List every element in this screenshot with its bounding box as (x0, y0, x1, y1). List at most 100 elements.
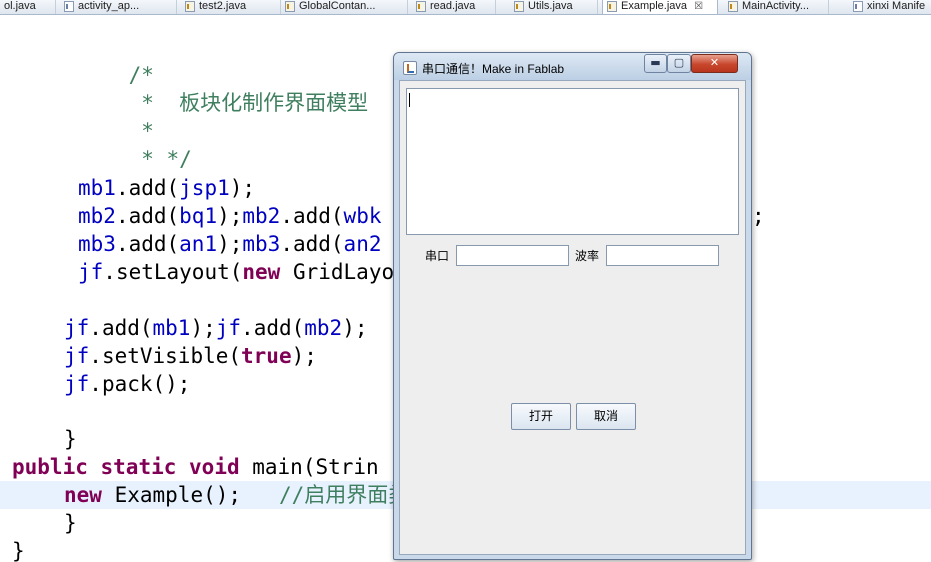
code-token: ); (229, 176, 256, 200)
tab-ol-java[interactable]: ol.java (0, 0, 56, 14)
tab-label: xinxi Manife (867, 0, 926, 12)
field-token: jsp1 (179, 176, 230, 200)
code-line: jf.setVisible(true); (64, 342, 317, 370)
code-line-tail: ; (752, 202, 765, 230)
keyword-token: static (100, 455, 177, 479)
code-line: jf.pack(); (64, 370, 190, 398)
tab-test2-java[interactable]: test2.java (181, 0, 281, 14)
open-button[interactable]: 打开 (511, 403, 571, 430)
code-token: ); (342, 316, 368, 340)
java-file-icon (607, 1, 617, 12)
tab-xinxi-manifest[interactable]: xinxi Manife (849, 0, 931, 14)
keyword-token: new (64, 483, 102, 507)
maximize-icon: ▢ (673, 56, 685, 69)
code-token: .add( (115, 204, 180, 228)
tab-example-java[interactable]: Example.java ☒ (602, 0, 718, 14)
dialog-content-pane: 串口 波率 打开 取消 (399, 80, 746, 555)
field-token: jf (64, 316, 90, 340)
code-token: ); (217, 204, 243, 228)
xml-file-icon (853, 1, 863, 12)
code-token: ); (190, 316, 216, 340)
field-token: an2 (343, 232, 382, 256)
baud-label: 波率 (575, 249, 600, 263)
minimize-button[interactable]: ▬ (644, 54, 667, 73)
keyword-token: new (242, 260, 281, 284)
field-token: bq1 (179, 204, 218, 228)
field-token: jf (64, 372, 90, 396)
code-token: } (64, 427, 77, 451)
code-token: .add( (280, 204, 344, 228)
output-textarea[interactable] (406, 88, 739, 235)
minimize-icon: ▬ (650, 56, 661, 69)
java-file-icon (514, 1, 524, 12)
code-token: .add( (89, 316, 153, 340)
tab-utils-java[interactable]: Utils.java (510, 0, 598, 14)
code-token: .add( (241, 316, 305, 340)
code-token: main(Strin (239, 455, 379, 479)
code-line: public static void main(Strin (12, 453, 379, 481)
close-icon[interactable]: ☒ (694, 1, 703, 12)
cancel-button[interactable]: 取消 (576, 403, 636, 430)
port-label: 串口 (425, 249, 450, 263)
tab-read-java[interactable]: read.java (412, 0, 496, 14)
tab-mainactivity-java[interactable]: MainActivity... (724, 0, 829, 14)
field-token: an1 (179, 232, 218, 256)
code-token: ); (291, 344, 317, 368)
java-file-icon (285, 1, 295, 12)
field-token: mb1 (152, 316, 191, 340)
field-token: jf (64, 344, 90, 368)
java-file-icon (185, 1, 195, 12)
java-file-icon (416, 1, 426, 12)
code-token: .add( (115, 176, 180, 200)
comment-text: * */ (128, 147, 192, 171)
tab-label: Example.java (621, 0, 688, 12)
field-token: mb2 (78, 204, 116, 228)
code-line: mb2.add(bq1);mb2.add(wbk (78, 202, 381, 230)
code-token: .add( (115, 232, 180, 256)
field-token: wbk (343, 204, 382, 228)
code-line: mb1.add(jsp1); (78, 174, 255, 202)
code-line: * (78, 89, 154, 143)
field-token: mb2 (304, 316, 343, 340)
code-token: GridLayo (280, 260, 395, 284)
field-token: mb2 (242, 204, 281, 228)
field-token: jf (78, 260, 104, 284)
field-token: jf (215, 316, 242, 340)
java-file-icon (728, 1, 738, 12)
code-token: } (12, 539, 25, 562)
maximize-button[interactable]: ▢ (667, 54, 691, 73)
tab-label: activity_ap... (78, 0, 140, 12)
code-line: } (64, 509, 77, 537)
tab-activity-xml[interactable]: activity_ap... (60, 0, 177, 14)
close-icon: ✕ (709, 56, 720, 69)
tab-globalcontant-java[interactable]: GlobalContan... (281, 0, 408, 14)
code-line: new Example(); //启用界面类 (64, 481, 409, 509)
field-token: mb3 (242, 232, 281, 256)
tab-label: Utils.java (528, 0, 573, 12)
field-token: mb3 (78, 232, 116, 256)
tab-label: read.java (430, 0, 476, 12)
field-token: mb1 (78, 176, 116, 200)
code-token: ); (217, 232, 243, 256)
keyword-token: void (189, 455, 240, 479)
code-line: /* (78, 33, 154, 87)
baud-rate-field[interactable] (606, 245, 719, 266)
java-app-icon (403, 61, 417, 75)
serial-dialog-window: 串口通信！Make in Fablab ▬ ▢ ✕ 串口 波率 打开 取消 (393, 52, 752, 560)
tab-label: MainActivity... (742, 0, 810, 12)
code-token: .setVisible( (89, 344, 242, 368)
code-line: } (12, 537, 25, 562)
text-caret (409, 93, 410, 107)
code-line: jf.setLayout(new GridLayo (78, 258, 394, 286)
close-button[interactable]: ✕ (691, 54, 738, 73)
tab-label: GlobalContan... (299, 0, 376, 12)
comment-text: //启用界面类 (278, 483, 410, 507)
code-line: * 板块化制作界面模型 (78, 61, 368, 115)
code-token: .setLayout( (103, 260, 243, 284)
code-token: ; (752, 204, 765, 228)
editor-tab-bar: ol.java activity_ap... test2.java Global… (0, 0, 931, 15)
window-titlebar[interactable]: 串口通信！Make in Fablab ▬ ▢ ✕ (394, 53, 751, 80)
port-field[interactable] (456, 245, 569, 266)
code-token: .add( (280, 232, 344, 256)
code-line: mb3.add(an1);mb3.add(an2 (78, 230, 381, 258)
